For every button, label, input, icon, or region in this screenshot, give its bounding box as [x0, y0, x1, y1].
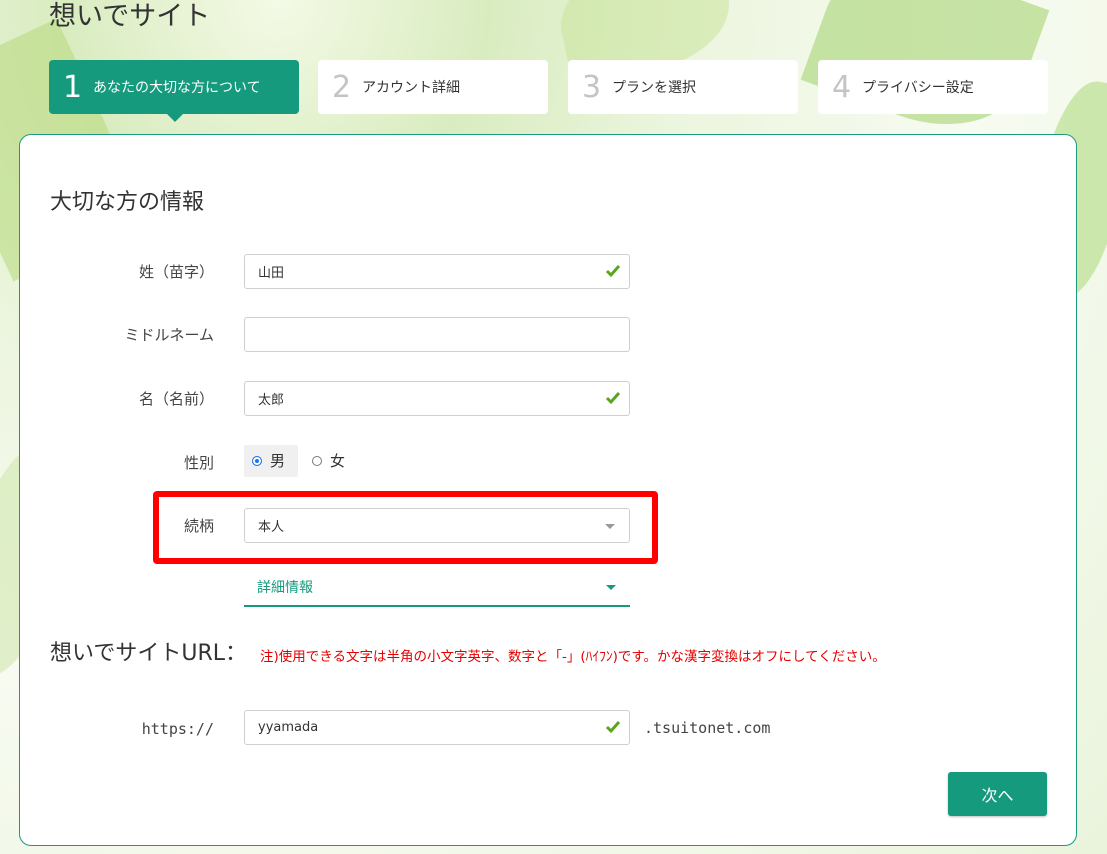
- step-label: あなたの大切な方について: [93, 80, 261, 96]
- page-title: 想いでサイト: [49, 1, 211, 32]
- last-name-label: 姓（苗字）: [138, 263, 214, 281]
- step-number: 1: [63, 69, 83, 105]
- step-number: 4: [832, 69, 852, 105]
- step-label: アカウント詳細: [362, 80, 460, 96]
- radio-unselected-icon: [312, 455, 322, 466]
- details-toggle[interactable]: 詳細情報: [244, 569, 630, 607]
- gender-option-label: 女: [330, 452, 346, 470]
- url-note: 注)使用できる文字は半角の小文字英字、数字と「-」(ﾊｲﾌﾝ)です。かな漢字変換…: [260, 649, 886, 665]
- check-icon: [605, 392, 621, 405]
- highlight-box: [153, 491, 658, 564]
- first-name-value: 太郎: [258, 393, 285, 408]
- radio-selected-icon: [252, 455, 262, 466]
- check-icon: [605, 265, 621, 278]
- next-button[interactable]: 次へ: [948, 772, 1047, 816]
- chevron-down-icon: [606, 585, 616, 590]
- gender-radio-female[interactable]: 女: [312, 450, 345, 471]
- step-number: 2: [332, 69, 352, 105]
- details-label: 詳細情報: [257, 580, 313, 596]
- site-url-value: yyamada: [258, 720, 319, 735]
- last-name-input[interactable]: 山田: [244, 254, 630, 289]
- step-4-privacy-settings[interactable]: 4 プライバシー設定: [818, 60, 1048, 114]
- gender-option-label: 男: [270, 452, 286, 470]
- step-number: 3: [582, 69, 602, 105]
- middle-name-label: ミドルネーム: [124, 326, 214, 344]
- first-name-label: 名（名前）: [138, 390, 214, 408]
- url-prefix: https://: [141, 720, 214, 738]
- form-card: 大切な方の情報 姓（苗字） 山田 ミドルネーム 名（名前） 太郎 性別 男 女 …: [19, 134, 1077, 846]
- check-icon: [605, 721, 621, 734]
- step-label: プライバシー設定: [862, 80, 974, 96]
- first-name-input[interactable]: 太郎: [244, 381, 630, 416]
- url-section-title: 想いでサイトURL：: [50, 641, 247, 666]
- last-name-value: 山田: [258, 266, 285, 281]
- step-2-account-details[interactable]: 2 アカウント詳細: [318, 60, 548, 114]
- step-3-select-plan[interactable]: 3 プランを選択: [568, 60, 798, 114]
- site-url-input[interactable]: yyamada: [244, 710, 630, 745]
- section-title: 大切な方の情報: [50, 190, 205, 215]
- url-suffix: .tsuitonet.com: [644, 719, 771, 737]
- gender-label: 性別: [183, 454, 214, 472]
- middle-name-input[interactable]: [244, 317, 630, 352]
- step-1-about-loved-one[interactable]: 1 あなたの大切な方について: [49, 60, 299, 122]
- step-label: プランを選択: [612, 80, 696, 96]
- gender-radio-male[interactable]: 男: [252, 450, 285, 471]
